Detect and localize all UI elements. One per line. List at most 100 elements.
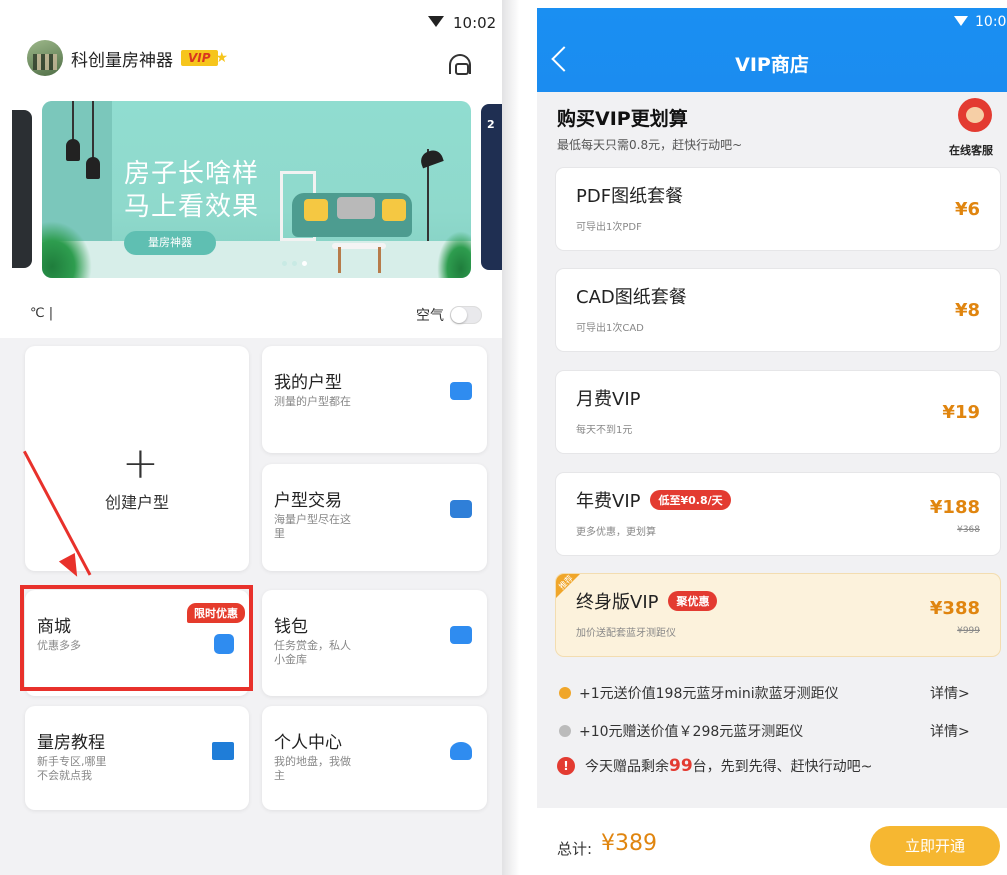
store-icon — [450, 500, 472, 518]
pillow-icon — [337, 197, 375, 219]
gift-option-2[interactable]: +10元赠送价值￥298元蓝牙测距仪 — [559, 721, 803, 741]
plus-icon: + — [122, 438, 159, 489]
package-desc: 加价送配套蓝牙测距仪 — [576, 628, 676, 639]
status-time: 10:02 — [453, 14, 497, 32]
create-plan-card[interactable]: + 创建户型 — [25, 346, 249, 571]
wifi-icon — [428, 16, 444, 27]
promo-title: 购买VIP更划算 — [557, 108, 688, 130]
wifi-icon — [954, 16, 968, 26]
package-name: CAD图纸套餐 — [576, 287, 687, 308]
app-header: 科创量房神器 VIP ★ — [27, 40, 229, 76]
check-circle-icon[interactable] — [559, 725, 571, 737]
package-price: ¥388 — [929, 598, 980, 619]
tutorial-title: 量房教程 — [37, 733, 105, 753]
temperature-readout: ℃ | — [30, 306, 54, 321]
plan-trade-sub: 海量户型尽在这里 — [274, 513, 351, 540]
profile-card[interactable]: 个人中心 我的地盘，我做主 — [262, 706, 487, 810]
package-tag: 聚优惠 — [668, 591, 718, 611]
package-name: 月费VIP — [576, 389, 641, 410]
banner-next-peek[interactable]: 2 — [481, 104, 502, 270]
package-pdf[interactable]: PDF图纸套餐 可导出1次PDF ¥6 — [556, 168, 1000, 250]
check-circle-icon[interactable] — [559, 687, 571, 699]
gift-option-1[interactable]: +1元送价值198元蓝牙mini款蓝牙测距仪 — [559, 683, 839, 703]
table-leg — [338, 247, 341, 273]
package-name: 年费VIP — [576, 491, 641, 512]
package-name-row: 年费VIP 低至¥0.8/天 — [576, 487, 731, 513]
lamp-cord — [92, 101, 94, 159]
gift-text: +10元赠送价值￥298元蓝牙测距仪 — [579, 724, 804, 740]
package-name: PDF图纸套餐 — [576, 186, 684, 207]
notice-before: 今天赠品剩余 — [585, 759, 669, 775]
package-desc: 更多优惠，更划算 — [576, 527, 656, 538]
gift-detail-link[interactable]: 详情> — [930, 721, 970, 741]
vip-badge: VIP — [181, 50, 218, 66]
create-plan-label: 创建户型 — [104, 493, 169, 512]
checkout-bar: 总计: ¥389 立即开通 — [537, 808, 1007, 875]
carousel-dot-active — [302, 261, 307, 266]
banner-title-line2: 马上看效果 — [124, 192, 260, 222]
package-desc: 每天不到1元 — [576, 425, 633, 436]
package-price: ¥8 — [954, 300, 980, 321]
banner-prev-peek[interactable] — [12, 110, 32, 268]
status-time: 10:0 — [975, 14, 1007, 30]
tutorial-sub: 新手专区,哪里不会就点我 — [37, 755, 107, 782]
package-price: ¥19 — [942, 402, 980, 423]
gift-detail-link[interactable]: 详情> — [930, 683, 970, 703]
tutorial-card[interactable]: 量房教程 新手专区,哪里不会就点我 — [25, 706, 249, 810]
alert-icon: ! — [557, 757, 575, 775]
package-monthly-vip[interactable]: 月费VIP 每天不到1元 ¥19 — [556, 371, 1000, 453]
air-toggle[interactable] — [450, 306, 482, 324]
floor-lamp-head — [418, 147, 444, 169]
promo-subtitle: 最低每天只需0.8元，赶快行动吧~ — [557, 138, 743, 152]
app-name: 科创量房神器 — [71, 50, 173, 71]
wallet-sub: 任务赏金，私人小金库 — [274, 639, 351, 666]
banner-title-line1: 房子长啥样 — [124, 159, 260, 189]
package-desc: 可导出1次CAD — [576, 323, 644, 334]
screen-divider — [502, 0, 537, 875]
home-screen: 10:02 科创量房神器 VIP ★ 2 房子长啥样 马上看效果 量房神器 ℃ … — [0, 0, 502, 875]
my-plan-card[interactable]: 我的户型 测量的户型都在 — [262, 346, 487, 453]
graduation-cap-icon — [212, 742, 234, 760]
package-name-row: 终身版VIP 聚优惠 — [576, 588, 718, 614]
carousel-dots — [282, 261, 307, 266]
my-plan-sub: 测量的户型都在 — [274, 395, 351, 408]
stock-notice: ! 今天赠品剩余 99 台，先到先得、赶快行动吧~ — [557, 756, 872, 776]
customer-service-icon[interactable] — [958, 98, 992, 132]
package-yearly-vip[interactable]: 年费VIP 低至¥0.8/天 更多优惠，更划算 ¥188 ¥368 — [556, 473, 1000, 555]
package-lifetime-vip[interactable]: 推荐 终身版VIP 聚优惠 加价送配套蓝牙测距仪 ¥388 ¥999 — [556, 574, 1000, 656]
lamp-cord — [72, 101, 74, 141]
star-icon: ★ — [215, 50, 229, 66]
package-price: ¥6 — [954, 199, 980, 220]
user-icon — [450, 742, 472, 760]
annotation-highlight-box — [20, 585, 253, 691]
page-title: VIP商店 — [735, 54, 809, 76]
notice-after: 台，先到先得、赶快行动吧~ — [692, 759, 873, 775]
gift-text: +1元送价值198元蓝牙mini款蓝牙测距仪 — [579, 686, 839, 702]
package-desc: 可导出1次PDF — [576, 222, 642, 233]
pendant-lamp-icon — [66, 139, 80, 161]
air-label: 空气 — [416, 308, 444, 324]
vip-store-header: 10:0 VIP商店 — [537, 8, 1007, 92]
plan-trade-card[interactable]: 户型交易 海量户型尽在这里 — [262, 464, 487, 571]
folder-icon — [450, 382, 472, 400]
package-cad[interactable]: CAD图纸套餐 可导出1次CAD ¥8 — [556, 269, 1000, 351]
profile-sub: 我的地盘，我做主 — [274, 755, 351, 782]
package-tag: 低至¥0.8/天 — [650, 490, 731, 510]
promo-banner[interactable]: 房子长啥样 马上看效果 量房神器 — [42, 101, 471, 278]
my-plan-title: 我的户型 — [274, 373, 342, 393]
banner-floor — [42, 241, 471, 278]
customer-service-label[interactable]: 在线客服 — [949, 142, 993, 158]
avatar[interactable] — [27, 40, 63, 76]
carousel-dot — [292, 261, 297, 266]
open-vip-button[interactable]: 立即开通 — [870, 826, 1000, 866]
air-quality-row: 空气 — [416, 305, 482, 325]
wallet-card[interactable]: 钱包 任务赏金，私人小金库 — [262, 590, 487, 696]
banner-next-peek-text: 2 — [487, 118, 495, 131]
wallet-title: 钱包 — [274, 617, 308, 637]
total-value: ¥389 — [601, 831, 657, 856]
notice-count: 99 — [669, 756, 693, 776]
headset-icon[interactable] — [449, 54, 471, 75]
banner-button[interactable]: 量房神器 — [124, 231, 216, 255]
package-name: 终身版VIP — [576, 592, 659, 613]
pillow-icon — [304, 199, 328, 221]
